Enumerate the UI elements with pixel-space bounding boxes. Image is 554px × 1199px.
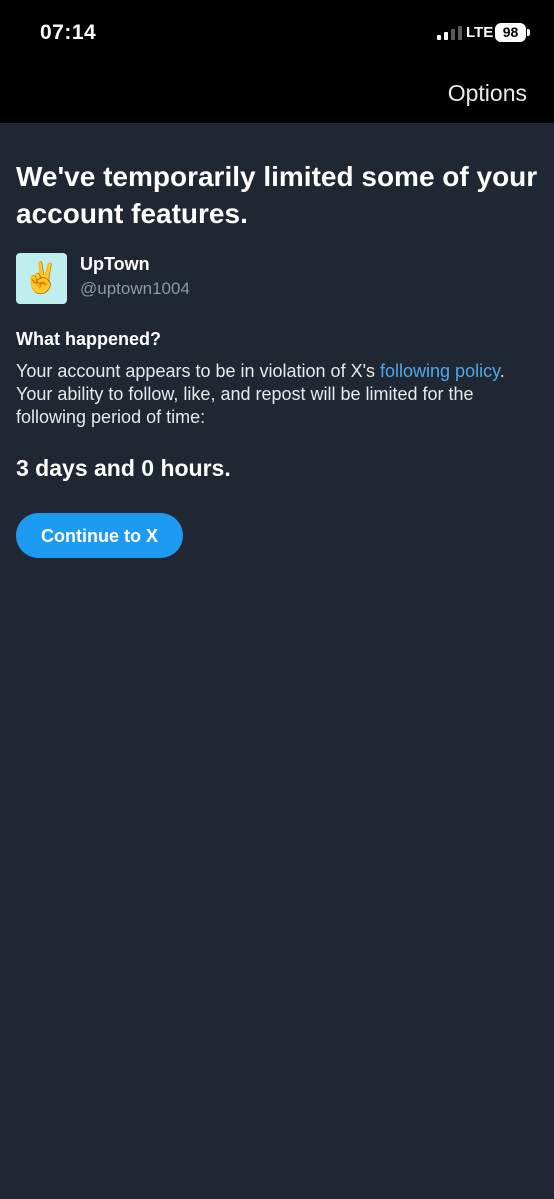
violation-description: Your account appears to be in violation … bbox=[16, 360, 538, 429]
section-title: What happened? bbox=[16, 329, 161, 349]
restriction-duration: 3 days and 0 hours. bbox=[16, 455, 231, 481]
account-card: ✌️ UpTown @uptown1004 bbox=[16, 253, 416, 305]
network-type: LTE bbox=[466, 24, 494, 41]
what-happened-section: What happened? Your account appears to b… bbox=[16, 329, 538, 429]
page-title: We've temporarily limited some of your a… bbox=[16, 161, 538, 229]
display-name: UpTown bbox=[80, 254, 150, 274]
following-policy-link[interactable]: following policy bbox=[380, 361, 500, 381]
continue-button[interactable]: Continue to X bbox=[16, 513, 183, 558]
cellular-signal-icon bbox=[437, 26, 463, 40]
user-handle: @uptown1004 bbox=[80, 279, 190, 298]
status-bar: 07:14 LTE 98 Options bbox=[0, 0, 554, 123]
status-time: 07:14 bbox=[40, 21, 97, 44]
avatar: ✌️ bbox=[16, 253, 67, 304]
options-button[interactable]: Options bbox=[448, 80, 527, 107]
battery-icon: 98 bbox=[495, 23, 526, 42]
description-text-start: Your account appears to be in violation … bbox=[16, 361, 381, 381]
main-content: We've temporarily limited some of your a… bbox=[16, 123, 538, 558]
battery-tip bbox=[527, 29, 530, 36]
